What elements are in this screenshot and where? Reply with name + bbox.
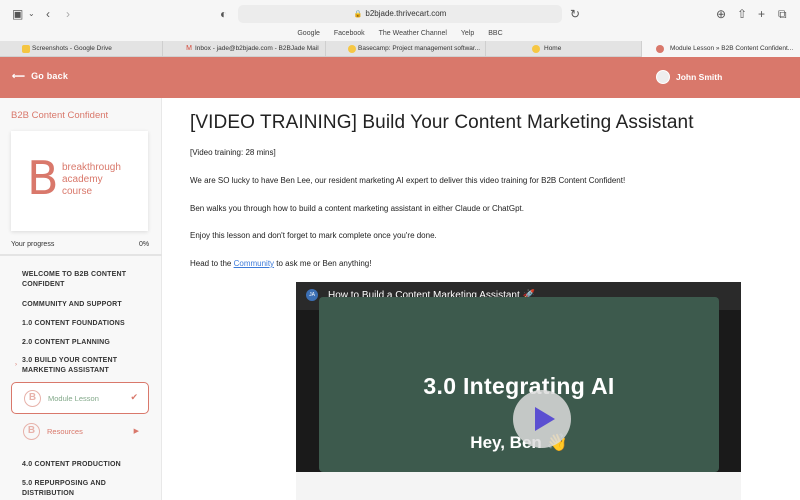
expanded-caret-icon: › [15, 362, 17, 368]
tab-label: Inbox - jade@b2bjade.com - B2BJade Mail [195, 45, 319, 52]
intro-paragraph: We are SO lucky to have Ben Lee, our res… [190, 176, 626, 185]
new-tab-icon[interactable]: + [758, 6, 765, 22]
logo-line: academy [62, 174, 103, 185]
lesson-label: Resources [47, 427, 83, 436]
video-player[interactable]: JA How to Build a Content Marketing Assi… [296, 282, 741, 500]
video-thumbnail[interactable]: 3.0 Integrating AI Hey, Ben 👋 [319, 297, 719, 472]
bookmark-bbc[interactable]: BBC [488, 30, 502, 37]
reload-icon[interactable]: ↻ [570, 6, 580, 22]
community-text-after: to ask me or Ben anything! [274, 259, 372, 268]
logo-line: course [62, 186, 93, 197]
community-text-before: Head to the [190, 259, 234, 268]
tab-label: Module Lesson » B2B Content Confident... [670, 45, 794, 52]
tab-overview-icon[interactable]: ⧉ [778, 6, 787, 22]
basecamp-icon [348, 45, 356, 53]
sidebar-item-repurposing[interactable]: 5.0 REPURPOSING AND DISTRIBUTION [22, 479, 142, 499]
tab-label: Screenshots - Google Drive [32, 45, 112, 52]
gmail-icon: M [186, 45, 192, 52]
progress-label: Your progress [11, 241, 55, 248]
tab-inbox[interactable]: M Inbox - jade@b2bjade.com - B2BJade Mai… [163, 41, 326, 57]
course-logo-card: B breakthrough academy course [11, 131, 148, 231]
user-name: John Smith [676, 72, 723, 82]
lesson-module-lesson[interactable]: B Module Lesson ✔ [11, 382, 149, 414]
course-logo-text: breakthrough academy course [62, 162, 121, 198]
video-bottom-bar [296, 472, 741, 500]
go-back-label: Go back [31, 71, 69, 81]
bookmark-facebook[interactable]: Facebook [334, 30, 365, 37]
user-menu[interactable]: John Smith [656, 70, 722, 84]
lesson-b-icon: B [24, 390, 41, 407]
play-arrow-icon: ▶ [133, 428, 139, 435]
lesson-b-icon: B [23, 423, 40, 440]
thrivecart-icon [656, 45, 664, 53]
privacy-shield-icon[interactable]: ◐ [220, 6, 227, 22]
course-logo-letter: B [27, 151, 59, 205]
back-arrow-icon[interactable]: ‹ [46, 6, 50, 22]
sidebar-item-community[interactable]: COMMUNITY AND SUPPORT [22, 300, 142, 310]
avatar [656, 70, 670, 84]
logo-line: breakthrough [62, 162, 121, 173]
bookmarks-bar: Google Facebook The Weather Channel Yelp… [0, 28, 800, 41]
google-drive-icon [22, 45, 30, 53]
bookmark-weather-channel[interactable]: The Weather Channel [379, 30, 447, 37]
sidebar-toggle-icon[interactable]: ▣ [12, 6, 23, 22]
sidebar-item-welcome[interactable]: WELCOME TO B2B CONTENT CONFIDENT [22, 270, 142, 290]
community-paragraph: Head to the Community to ask me or Ben a… [190, 259, 371, 268]
check-icon: ✔ [130, 392, 138, 402]
tab-label: Basecamp: Project management softwar... [358, 45, 481, 52]
share-icon[interactable]: ⇧ [737, 6, 747, 22]
go-back-button[interactable]: ⟵ Go back [12, 71, 68, 82]
slide-heading: 3.0 Integrating AI [423, 373, 615, 399]
browser-tab-bar: Screenshots - Google Drive M Inbox - jad… [0, 41, 800, 57]
page-title: [VIDEO TRAINING] Build Your Content Mark… [190, 112, 694, 133]
bookmark-google[interactable]: Google [297, 30, 320, 37]
progress-bar [0, 254, 162, 256]
lesson-label: Module Lesson [48, 394, 99, 403]
lesson-resources[interactable]: B Resources ▶ [11, 416, 149, 448]
home-site-icon [532, 45, 540, 53]
bookmark-yelp[interactable]: Yelp [461, 30, 474, 37]
sidebar-item-assistant[interactable]: 3.0 BUILD YOUR CONTENT MARKETING ASSISTA… [22, 356, 142, 376]
forward-arrow-icon[interactable]: › [66, 6, 70, 22]
description-paragraph: Ben walks you through how to build a con… [190, 204, 524, 213]
video-duration: [Video training: 28 mins] [190, 148, 276, 157]
progress-percent: 0% [139, 241, 150, 248]
arrow-left-icon: ⟵ [12, 71, 26, 81]
chevron-down-icon[interactable]: ⌄ [28, 6, 35, 22]
course-title[interactable]: B2B Content Confident [11, 110, 108, 121]
sidebar-item-production[interactable]: 4.0 CONTENT PRODUCTION [22, 460, 142, 470]
url-text: b2bjade.thrivecart.com [365, 9, 447, 18]
course-sidebar: B2B Content Confident B breakthrough aca… [0, 98, 162, 500]
sidebar-item-foundations[interactable]: 1.0 CONTENT FOUNDATIONS [22, 319, 142, 329]
lock-icon: 🔒 [353, 11, 363, 18]
download-icon[interactable]: ⊕ [716, 6, 726, 22]
tab-label: Home [544, 45, 562, 52]
tab-home[interactable]: Home [486, 41, 642, 57]
browser-toolbar: ▣ ⌄ ‹ › ◐ 🔒 b2bjade.thrivecart.com ↻ ⊕ ⇧ … [0, 0, 800, 28]
tab-google-drive[interactable]: Screenshots - Google Drive [0, 41, 163, 57]
sidebar-item-planning[interactable]: 2.0 CONTENT PLANNING [22, 338, 142, 348]
community-link[interactable]: Community [234, 259, 274, 268]
app-header: ⟵ Go back John Smith [0, 57, 800, 98]
tab-module-lesson[interactable]: Module Lesson » B2B Content Confident... [642, 41, 800, 57]
play-button[interactable] [513, 390, 571, 448]
play-icon [535, 407, 555, 431]
channel-avatar[interactable]: JA [306, 289, 318, 301]
tab-basecamp[interactable]: Basecamp: Project management softwar... [326, 41, 486, 57]
address-bar[interactable]: 🔒 b2bjade.thrivecart.com [238, 5, 562, 23]
instruction-paragraph: Enjoy this lesson and don't forget to ma… [190, 231, 437, 240]
